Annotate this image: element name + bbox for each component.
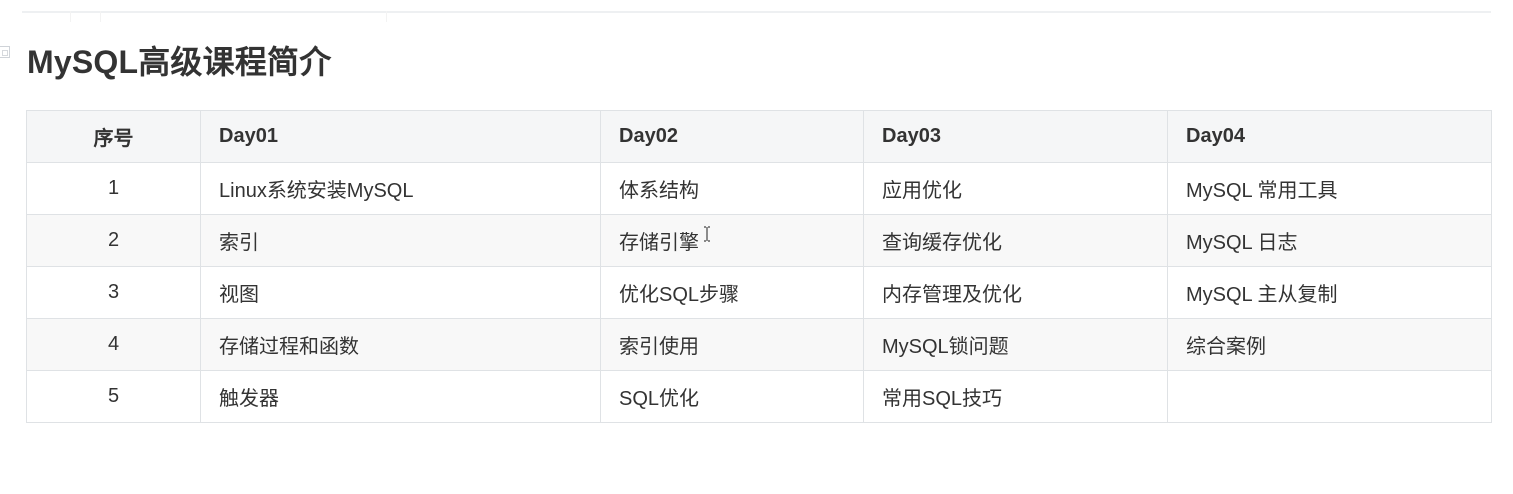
table-cell: 存储过程和函数 bbox=[200, 318, 601, 371]
table-cell: 优化SQL步骤 bbox=[600, 266, 864, 319]
table-header-row: 序号 Day01 Day02 Day03 Day04 bbox=[26, 110, 1492, 163]
table-cell: MySQL锁问题 bbox=[863, 318, 1168, 371]
header-day01: Day01 bbox=[200, 110, 601, 163]
table-cell: 体系结构 bbox=[600, 162, 864, 215]
table-cell: 常用SQL技巧 bbox=[863, 370, 1168, 423]
divider-tick bbox=[70, 11, 71, 22]
table-cell: MySQL 主从复制 bbox=[1167, 266, 1492, 319]
row-seq: 5 bbox=[26, 370, 201, 423]
header-day04: Day04 bbox=[1167, 110, 1492, 163]
divider-tick bbox=[100, 11, 101, 22]
table-cell: Linux系统安装MySQL bbox=[200, 162, 601, 215]
table-cell: MySQL 常用工具 bbox=[1167, 162, 1492, 215]
table-row: 2 索引 存储引擎 查询缓存优化 MySQL 日志 bbox=[26, 214, 1492, 267]
row-seq: 3 bbox=[26, 266, 201, 319]
header-seq: 序号 bbox=[26, 110, 201, 163]
table-cell: 应用优化 bbox=[863, 162, 1168, 215]
top-divider bbox=[22, 11, 1491, 22]
table-cell bbox=[1167, 370, 1492, 423]
row-seq: 1 bbox=[26, 162, 201, 215]
page-title: MySQL高级课程简介 bbox=[27, 44, 332, 80]
row-seq: 4 bbox=[26, 318, 201, 371]
table-cell: 查询缓存优化 bbox=[863, 214, 1168, 267]
table-cell: SQL优化 bbox=[600, 370, 864, 423]
anchor-icon[interactable] bbox=[0, 46, 10, 58]
table-row: 4 存储过程和函数 索引使用 MySQL锁问题 综合案例 bbox=[26, 318, 1492, 371]
course-table: 序号 Day01 Day02 Day03 Day04 1 Linux系统安装My… bbox=[26, 110, 1492, 423]
table-row: 1 Linux系统安装MySQL 体系结构 应用优化 MySQL 常用工具 bbox=[26, 162, 1492, 215]
table-cell: 综合案例 bbox=[1167, 318, 1492, 371]
header-day03: Day03 bbox=[863, 110, 1168, 163]
table-cell: 视图 bbox=[200, 266, 601, 319]
table-cell: 索引使用 bbox=[600, 318, 864, 371]
header-day02: Day02 bbox=[600, 110, 864, 163]
document-page: MySQL高级课程简介 序号 Day01 Day02 Day03 Day04 1… bbox=[0, 0, 1513, 494]
table-row: 3 视图 优化SQL步骤 内存管理及优化 MySQL 主从复制 bbox=[26, 266, 1492, 319]
table-cell: 触发器 bbox=[200, 370, 601, 423]
divider-tick bbox=[386, 11, 387, 22]
table-cell: 内存管理及优化 bbox=[863, 266, 1168, 319]
table-cell: 索引 bbox=[200, 214, 601, 267]
table-cell: 存储引擎 bbox=[600, 214, 864, 267]
row-seq: 2 bbox=[26, 214, 201, 267]
table-cell: MySQL 日志 bbox=[1167, 214, 1492, 267]
table-row: 5 触发器 SQL优化 常用SQL技巧 bbox=[26, 370, 1492, 423]
